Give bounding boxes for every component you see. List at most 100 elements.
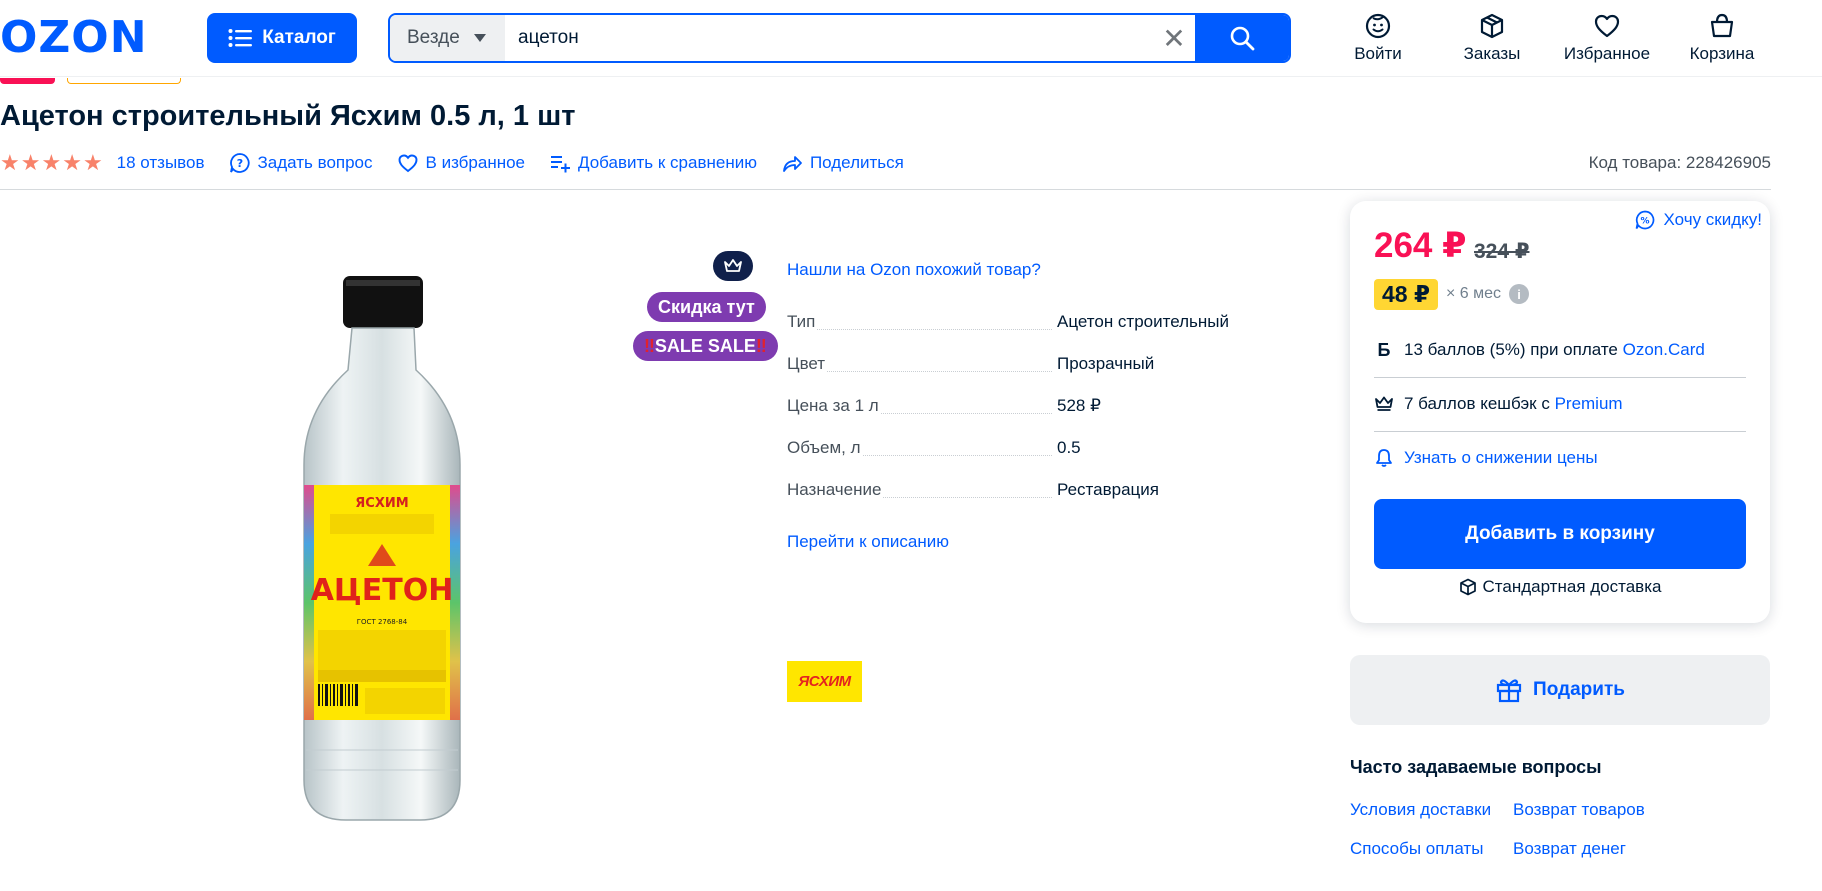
price-drop-link: Узнать о снижении цены	[1404, 448, 1598, 467]
char-value: Прозрачный	[1057, 354, 1155, 373]
ozon-card-link[interactable]: Ozon.Card	[1623, 340, 1705, 359]
product-title: Ацетон строительный Ясхим 0.5 л, 1 шт	[0, 100, 576, 132]
premium-link[interactable]: Premium	[1555, 394, 1623, 413]
ask-question-link[interactable]: ? Задать вопрос	[229, 152, 373, 174]
heart-icon	[1594, 14, 1620, 38]
nav-orders[interactable]: Заказы	[1437, 12, 1547, 64]
char-row: Цена за 1 л 528 ₽	[787, 396, 1277, 420]
share-arrow-icon	[783, 156, 802, 172]
site-header: OZON Каталог Везде ✕ Войти	[0, 0, 1822, 77]
add-to-favorites-link[interactable]: В избранное	[397, 152, 525, 174]
current-price: 264 ₽	[1374, 226, 1467, 265]
promo-tab-red[interactable]	[0, 78, 55, 84]
buy-box: % Хочу скидку! 264 ₽ 324 ₽ 48 ₽ × 6 мес …	[1350, 201, 1770, 623]
char-value: 528 ₽	[1057, 396, 1101, 415]
search-scope-value: Везде	[407, 27, 460, 48]
share-link[interactable]: Поделиться	[781, 152, 904, 174]
delivery-label: Стандартная доставка	[1482, 577, 1662, 596]
char-name: Объем, л	[787, 438, 863, 458]
crown-icon	[1375, 396, 1393, 411]
box-icon	[1480, 13, 1504, 39]
faq-link-payment[interactable]: Способы оплаты	[1350, 839, 1483, 859]
premium-cashback-row: 7 баллов кешбэк с Premium	[1374, 377, 1746, 431]
search-bar: Везде ✕	[388, 13, 1291, 63]
delivery-info: Стандартная доставка	[1350, 577, 1770, 597]
star-icon: ★	[82, 150, 103, 175]
ozon-logo[interactable]: OZON	[0, 14, 148, 62]
add-to-cart-button[interactable]: Добавить в корзину	[1374, 499, 1746, 569]
promo-tab-orange[interactable]	[67, 78, 181, 84]
chevron-down-icon	[473, 34, 486, 42]
menu-list-icon	[228, 29, 253, 47]
nav-login[interactable]: Войти	[1323, 12, 1433, 64]
goto-description-link[interactable]: Перейти к описанию	[787, 532, 949, 552]
search-scope-select[interactable]: Везде	[390, 15, 505, 61]
box-icon	[1459, 578, 1476, 596]
similar-product-link[interactable]: Нашли на Ozon похожий товар?	[787, 260, 1041, 280]
compare-link[interactable]: Добавить к сравнению	[549, 152, 757, 174]
char-row: Цвет Прозрачный	[787, 354, 1277, 378]
search-icon	[1230, 26, 1255, 51]
bell-icon	[1376, 449, 1392, 467]
char-row: Объем, л 0.5	[787, 438, 1277, 462]
gift-button[interactable]: Подарить	[1350, 655, 1770, 725]
points-icon: Б	[1377, 339, 1391, 360]
char-name: Цвет	[787, 354, 828, 374]
product-gallery[interactable]: ЯСХИМ АЦЕТОН ГОСТ 2768-84	[0, 210, 760, 850]
sale-badge-text: SALE SALE	[654, 335, 756, 356]
svg-text:?: ?	[236, 157, 242, 170]
char-value: Ацетон строительный	[1057, 312, 1229, 331]
crown-icon	[724, 259, 742, 272]
nav-favorites[interactable]: Избранное	[1552, 12, 1662, 64]
label-product-text: АЦЕТОН	[311, 573, 454, 608]
reviews-link[interactable]: 18 отзывов	[117, 153, 205, 173]
search-input[interactable]	[505, 15, 1153, 61]
faq-link-refund[interactable]: Возврат денег	[1513, 839, 1626, 859]
brand-logo[interactable]: ЯСХИМ	[787, 661, 862, 702]
faq-link-delivery[interactable]: Условия доставки	[1350, 800, 1491, 820]
installment-term: × 6 мес	[1445, 285, 1502, 302]
label-brand-text: ЯСХИМ	[355, 496, 408, 511]
label-gost-text: ГОСТ 2768-84	[357, 618, 408, 626]
header-divider	[0, 189, 1771, 190]
brand-logo-text: ЯСХИМ	[798, 673, 851, 690]
heart-icon	[398, 154, 417, 173]
char-name: Тип	[787, 312, 818, 332]
nav-favorites-label: Избранное	[1563, 44, 1651, 63]
ask-question-label: Задать вопрос	[257, 153, 373, 172]
svg-text:%: %	[1641, 217, 1650, 227]
compare-label: Добавить к сравнению	[578, 153, 757, 172]
sale-badge: ‼ SALE SALE ‼	[633, 331, 778, 361]
info-icon[interactable]: i	[1509, 284, 1530, 304]
faq-title: Часто задаваемые вопросы	[1350, 757, 1602, 777]
faq-link-returns[interactable]: Возврат товаров	[1513, 800, 1645, 820]
clear-search-icon[interactable]: ✕	[1153, 15, 1195, 61]
installment-offer[interactable]: 48 ₽ × 6 мес i	[1374, 277, 1530, 311]
catalog-button[interactable]: Каталог	[207, 13, 357, 63]
star-icon: ★	[62, 150, 82, 175]
compare-list-icon	[551, 156, 571, 173]
char-name: Цена за 1 л	[787, 396, 881, 416]
nav-cart[interactable]: Корзина	[1667, 12, 1777, 64]
catalog-label: Каталог	[262, 27, 336, 48]
nav-cart-label: Корзина	[1689, 44, 1755, 63]
char-dots	[787, 329, 1052, 330]
gift-label: Подарить	[1533, 679, 1625, 700]
product-meta-row: ★ ★ ★ ★ ★ 18 отзывов ? Задать вопрос В и…	[0, 150, 928, 176]
discount-here-badge: Скидка тут	[647, 292, 766, 322]
sale-badge-prefix: ‼	[644, 335, 655, 356]
points-text: 13 баллов (5%) при оплате	[1404, 340, 1618, 359]
old-price: 324 ₽	[1474, 240, 1530, 263]
rating-stars[interactable]: ★ ★ ★ ★ ★	[0, 152, 103, 174]
star-icon: ★	[20, 150, 41, 175]
bag-icon	[1710, 13, 1734, 38]
gift-icon	[1496, 679, 1522, 703]
product-image: ЯСХИМ АЦЕТОН ГОСТ 2768-84	[303, 276, 461, 821]
search-button[interactable]	[1195, 15, 1289, 61]
want-discount-link[interactable]: % Хочу скидку!	[1635, 210, 1762, 230]
share-label: Поделиться	[809, 153, 904, 172]
char-name: Назначение	[787, 480, 884, 500]
price-drop-row[interactable]: Узнать о снижении цены	[1374, 431, 1746, 485]
chat-question-icon: ?	[229, 153, 250, 173]
char-value: Реставрация	[1057, 480, 1159, 499]
